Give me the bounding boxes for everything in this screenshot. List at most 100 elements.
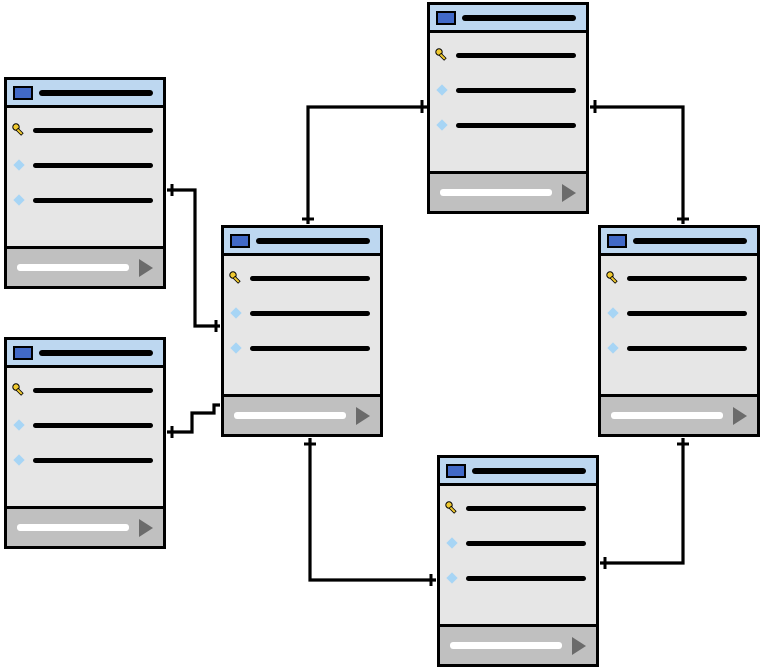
primary-key-icon — [444, 500, 460, 516]
field-icon — [444, 535, 460, 551]
table-header — [7, 340, 163, 368]
table-column-row — [11, 382, 153, 398]
field-icon — [434, 82, 450, 98]
play-icon — [572, 637, 586, 655]
column-name-placeholder — [456, 53, 576, 58]
column-name-placeholder — [466, 541, 586, 546]
field-icon — [11, 417, 27, 433]
db-table-6 — [598, 225, 760, 437]
table-column-row — [11, 157, 153, 173]
play-icon — [733, 407, 747, 425]
column-name-placeholder — [33, 163, 153, 168]
footer-progress-bar — [450, 642, 562, 649]
primary-key-icon — [605, 270, 621, 286]
column-name-placeholder — [627, 346, 747, 351]
table-column-row — [444, 500, 586, 516]
table-columns — [440, 486, 596, 618]
column-name-placeholder — [250, 311, 370, 316]
table-title-placeholder — [39, 350, 153, 356]
table-column-row — [434, 82, 576, 98]
db-table-2 — [4, 337, 166, 549]
table-header-badge — [446, 464, 466, 478]
table-column-row — [228, 305, 370, 321]
table-footer — [430, 171, 586, 211]
table-footer — [7, 246, 163, 286]
column-name-placeholder — [627, 276, 747, 281]
play-icon — [139, 519, 153, 537]
field-icon — [228, 305, 244, 321]
table-column-row — [434, 117, 576, 133]
table-columns — [601, 256, 757, 388]
field-icon — [434, 117, 450, 133]
footer-progress-bar — [17, 264, 129, 271]
table-column-row — [444, 570, 586, 586]
table-column-row — [605, 340, 747, 356]
table-title-placeholder — [256, 238, 370, 244]
table-column-row — [444, 535, 586, 551]
table-header — [440, 458, 596, 486]
column-name-placeholder — [33, 388, 153, 393]
table-columns — [7, 108, 163, 240]
column-name-placeholder — [250, 276, 370, 281]
footer-progress-bar — [17, 524, 129, 531]
table-columns — [7, 368, 163, 500]
field-icon — [228, 340, 244, 356]
field-icon — [605, 340, 621, 356]
column-name-placeholder — [33, 128, 153, 133]
table-column-row — [11, 452, 153, 468]
table-footer — [601, 394, 757, 434]
db-table-5 — [437, 455, 599, 667]
column-name-placeholder — [466, 576, 586, 581]
table-column-row — [11, 192, 153, 208]
table-columns — [430, 33, 586, 165]
table-column-row — [605, 270, 747, 286]
table-footer — [224, 394, 380, 434]
table-column-row — [11, 122, 153, 138]
table-column-row — [605, 305, 747, 321]
footer-progress-bar — [611, 412, 723, 419]
field-icon — [11, 192, 27, 208]
table-footer — [7, 506, 163, 546]
table-columns — [224, 256, 380, 388]
db-table-1 — [4, 77, 166, 289]
field-icon — [11, 452, 27, 468]
column-name-placeholder — [456, 123, 576, 128]
table-header-badge — [13, 346, 33, 360]
table-title-placeholder — [462, 15, 576, 21]
column-name-placeholder — [33, 423, 153, 428]
column-name-placeholder — [250, 346, 370, 351]
database-schema-diagram — [0, 0, 768, 671]
primary-key-icon — [11, 382, 27, 398]
footer-progress-bar — [234, 412, 346, 419]
table-header-badge — [230, 234, 250, 248]
table-column-row — [228, 340, 370, 356]
table-column-row — [11, 417, 153, 433]
table-footer — [440, 624, 596, 664]
column-name-placeholder — [456, 88, 576, 93]
column-name-placeholder — [466, 506, 586, 511]
table-header — [430, 5, 586, 33]
primary-key-icon — [228, 270, 244, 286]
table-header — [601, 228, 757, 256]
table-header-badge — [13, 86, 33, 100]
table-header — [7, 80, 163, 108]
table-column-row — [434, 47, 576, 63]
field-icon — [11, 157, 27, 173]
table-title-placeholder — [39, 90, 153, 96]
table-header-badge — [436, 11, 456, 25]
table-header-badge — [607, 234, 627, 248]
primary-key-icon — [11, 122, 27, 138]
column-name-placeholder — [33, 458, 153, 463]
footer-progress-bar — [440, 189, 552, 196]
table-header — [224, 228, 380, 256]
play-icon — [356, 407, 370, 425]
play-icon — [139, 259, 153, 277]
field-icon — [605, 305, 621, 321]
field-icon — [444, 570, 460, 586]
table-title-placeholder — [633, 238, 747, 244]
column-name-placeholder — [627, 311, 747, 316]
table-column-row — [228, 270, 370, 286]
column-name-placeholder — [33, 198, 153, 203]
play-icon — [562, 184, 576, 202]
table-title-placeholder — [472, 468, 586, 474]
